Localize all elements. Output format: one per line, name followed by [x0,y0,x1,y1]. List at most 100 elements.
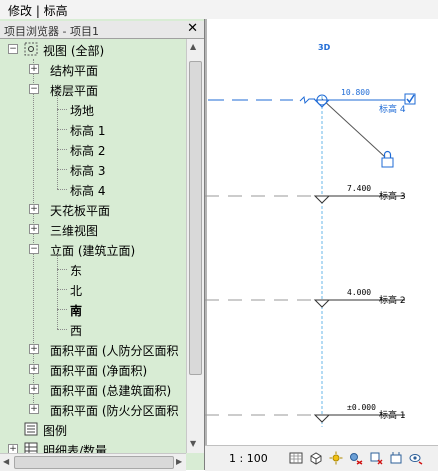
tree-item-label: 东 [70,264,83,278]
tree-connector [57,129,58,149]
schedule-icon [24,442,38,453]
project-browser-panel: 项目浏览器 - 项目1 ✕ − 视图 (全部) + 结构平面 − 楼层平面 场地 标高 1 标高… [0,19,205,471]
tree-item-北[interactable]: 北 [0,269,186,299]
tree-item-面积平面-总建筑面积[interactable]: + 面积平面 (总建筑面积) [0,379,186,399]
horizontal-scroll-thumb[interactable] [14,456,174,469]
tree-item-label: 面积平面 (总建筑面积) [50,384,172,398]
visual-style-icon[interactable] [309,451,323,465]
crop-view-icon[interactable] [369,451,383,465]
tree-item-标高-4[interactable]: 标高 4 [0,169,186,199]
views-icon [24,42,38,56]
tree-item-标高-3[interactable]: 标高 3 [0,149,186,179]
tree-item-东[interactable]: 东 [0,249,186,279]
tree-connector [57,329,67,330]
scale-indicator[interactable]: 1 : 100 [229,452,268,465]
expand-icon[interactable]: + [29,64,39,74]
level-elevation[interactable]: ±0.000 [347,403,376,412]
vertical-scrollbar[interactable]: ▲ ▼ [186,39,204,453]
label-3d[interactable]: 3D [318,43,331,52]
level-elevation[interactable]: 10.800 [341,88,370,97]
tree-item-label: 图例 [43,424,68,438]
tree-connector [57,89,58,109]
level-line-3[interactable]: 4.000 标高 2 [205,288,406,308]
collapse-icon[interactable]: − [29,244,39,254]
tree-item-面积平面-净面积[interactable]: + 面积平面 (净面积) [0,359,186,379]
scroll-left-icon[interactable]: ◀ [3,457,9,466]
expand-icon[interactable]: + [29,384,39,394]
tree-item-label: 标高 1 [70,124,106,138]
tree-connector [57,129,67,130]
expand-icon[interactable]: + [29,344,39,354]
tree-item-label: 三维视图 [50,224,99,238]
expand-icon[interactable]: + [29,404,39,414]
tree-item-天花板平面[interactable]: + 天花板平面 [0,199,186,219]
legend-icon [24,422,38,436]
break-line-icon[interactable] [299,95,315,105]
tree-connector [57,269,58,289]
tree-item-label: 立面 (建筑立面) [50,244,136,258]
tree-item-标高-2[interactable]: 标高 2 [0,129,186,159]
level-elevation[interactable]: 4.000 [347,288,371,297]
tree-item-场地[interactable]: 场地 [0,89,186,119]
level-head-marker[interactable] [313,299,331,308]
tree-connector [57,189,67,190]
scroll-right-icon[interactable]: ▶ [176,457,182,466]
tree-item-视图-全部[interactable]: − 视图 (全部) [0,39,186,59]
tree-item-楼层平面[interactable]: − 楼层平面 [0,79,186,99]
tree-connector [57,169,58,189]
tree-item-西[interactable]: 西 [0,309,186,339]
tree-item-label: 明细表/数量 [43,444,108,453]
elevation-drawing[interactable]: 3D 10.800 标高 4 7.400 标高 3 4.000 标高 2 ±0.000标高 … [205,19,438,445]
tree-item-三维视图[interactable]: + 三维视图 [0,219,186,239]
level-head-marker[interactable] [313,414,331,423]
expand-icon[interactable]: + [29,204,39,214]
lock-icon[interactable] [381,150,394,168]
sun-path-icon[interactable] [329,451,343,465]
tree-item-面积平面-人防分区面积[interactable]: + 面积平面 (人防分区面积 [0,339,186,359]
level-name[interactable]: 标高 1 [379,409,406,421]
tree-item-结构平面[interactable]: + 结构平面 [0,59,186,79]
tree-item-label: 标高 3 [70,164,106,178]
tree-item-label: 视图 (全部) [43,44,105,58]
tree-item-明细表-数量[interactable]: + 明细表/数量 [0,439,186,453]
level-line-4[interactable]: ±0.000标高 1 [205,403,406,423]
tree-item-立面-建筑立面[interactable]: − 立面 (建筑立面) [0,239,186,259]
checkbox-icon[interactable] [404,93,416,105]
elevation-view-canvas[interactable]: 3D 10.800 标高 4 7.400 标高 3 4.000 标高 2 ±0.000 标高 … [205,19,438,445]
detail-level-icon[interactable] [289,451,303,465]
scroll-down-icon[interactable]: ▼ [190,439,196,448]
horizontal-scrollbar[interactable]: ◀ ▶ [0,453,186,471]
level-elevation[interactable]: 7.400 [347,184,371,193]
tree-item-label: 标高 4 [70,184,106,198]
tree-connector [57,309,58,329]
tree-item-标高-1[interactable]: 标高 1 [0,109,186,139]
expand-icon[interactable]: + [29,224,39,234]
tree-item-图例[interactable]: 图例 [0,419,186,439]
tree-item-面积平面-防火分区面积[interactable]: + 面积平面 (防火分区面积 [0,399,186,419]
level-name[interactable]: 标高 2 [379,294,406,306]
level-name[interactable]: 标高 3 [379,190,406,202]
vertical-scroll-thumb[interactable] [189,61,202,375]
level-head-marker[interactable] [313,195,331,204]
collapse-icon[interactable]: − [29,84,39,94]
tree-item-label: 西 [70,324,83,338]
collapse-icon[interactable]: − [8,44,18,54]
tree-item-南[interactable]: 南 [0,289,186,319]
tree-connector [57,269,67,270]
level-line-2[interactable]: 7.400 标高 3 [205,184,406,204]
level-name[interactable]: 标高 4 [379,103,406,115]
temporary-hide-icon[interactable] [409,451,423,465]
scroll-up-icon[interactable]: ▲ [190,42,196,51]
browser-tree: − 视图 (全部) + 结构平面 − 楼层平面 场地标高 1 标高 2 标高 3 标高 4 + 天花板… [0,39,186,453]
project-browser-title: 项目浏览器 - 项目1 [4,25,99,38]
tree-connector [57,149,67,150]
shadows-icon[interactable] [349,451,363,465]
constraint-leader [321,98,386,158]
close-icon[interactable]: ✕ [187,21,198,36]
show-crop-region-icon[interactable] [389,451,403,465]
tree-connector [57,169,67,170]
tree-connector [57,249,58,269]
tree-item-label: 面积平面 (净面积) [50,364,148,378]
expand-icon[interactable]: + [29,364,39,374]
expand-icon[interactable]: + [8,444,18,453]
